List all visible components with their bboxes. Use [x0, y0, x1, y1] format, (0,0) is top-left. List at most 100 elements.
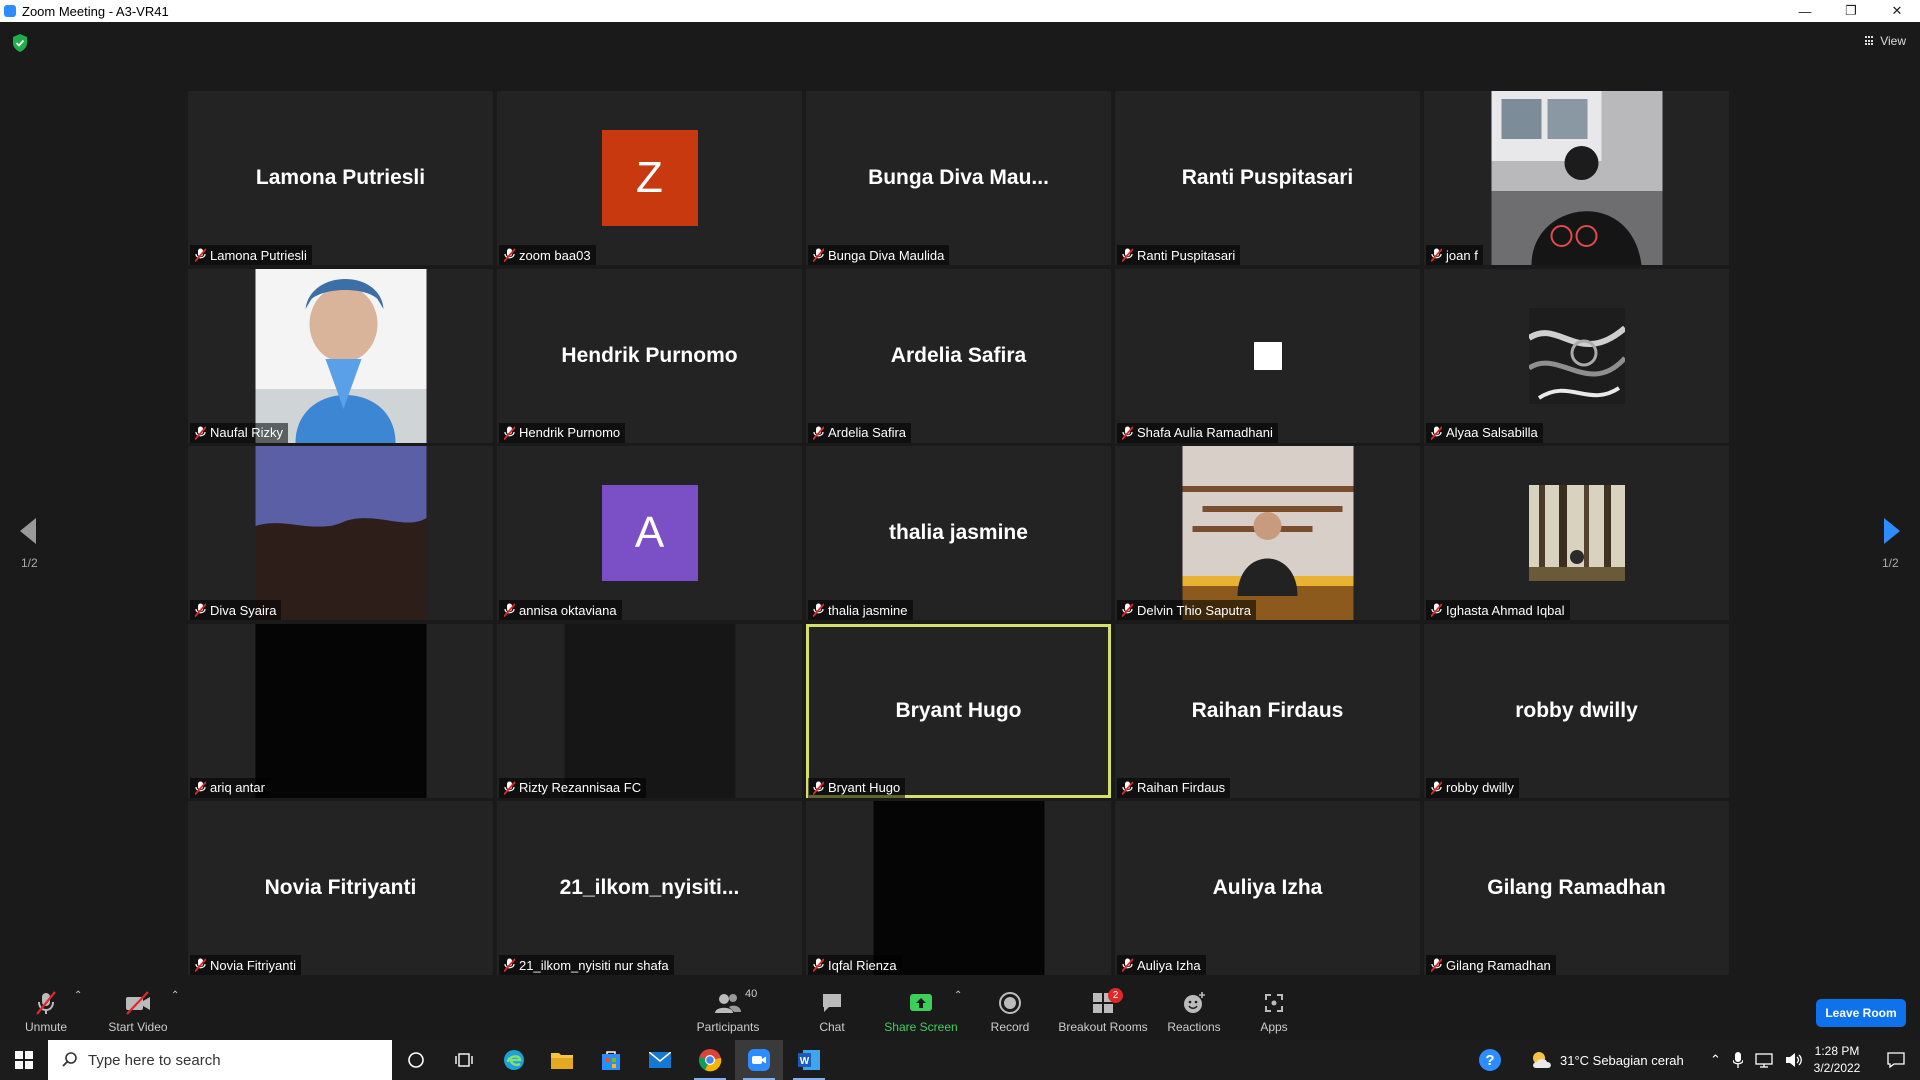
share-options-caret-icon[interactable]: ⌃ [954, 990, 962, 1001]
record-label: Record [990, 1020, 1030, 1034]
participant-tile[interactable]: Ranti Puspitasari Ranti Puspitasari [1115, 91, 1420, 265]
participant-display-name: Hendrik Purnomo [561, 343, 738, 367]
participants-label: Participants [696, 1020, 760, 1034]
participant-initial-avatar: A [601, 485, 698, 581]
reactions-label: Reactions [1167, 1020, 1221, 1034]
start-button[interactable] [0, 1040, 48, 1080]
next-page-arrow-icon[interactable] [1876, 516, 1906, 546]
muted-microphone-icon [504, 780, 515, 795]
file-explorer-icon[interactable] [538, 1040, 586, 1080]
apps-label: Apps [1260, 1020, 1288, 1034]
participant-tile[interactable]: Auliya Izha Auliya Izha [1115, 801, 1420, 975]
previous-page-arrow-icon[interactable] [14, 516, 44, 546]
task-view-icon[interactable] [440, 1040, 488, 1080]
participant-tile[interactable]: Iqfal Rienza [806, 801, 1111, 975]
muted-microphone-icon [504, 248, 515, 262]
unmute-label: Unmute [24, 1020, 68, 1034]
participant-tile[interactable]: robby dwilly robby dwilly [1424, 623, 1729, 798]
leave-room-button[interactable]: Leave Room [1816, 999, 1906, 1027]
tray-microphone-icon[interactable] [1732, 1052, 1743, 1068]
minimize-button[interactable]: — [1782, 0, 1828, 22]
participant-tile[interactable]: Rizty Rezannisaa FC [497, 623, 802, 798]
participant-name: Auliya Izha [1137, 957, 1201, 973]
chrome-icon[interactable] [686, 1040, 734, 1080]
reactions-emoji-icon [1182, 990, 1206, 1016]
participant-tile[interactable]: Novia Fitriyanti Novia Fitriyanti [188, 801, 493, 975]
audio-options-caret-icon[interactable]: ⌃ [74, 990, 82, 1001]
volume-icon[interactable] [1785, 1052, 1803, 1068]
taskbar-clock[interactable]: 1:28 PM 3/2/2022 [1806, 1043, 1868, 1077]
participant-display-name: Auliya Izha [1212, 876, 1323, 899]
apps-button[interactable]: Apps [1252, 982, 1296, 1040]
participant-name: robby dwilly [1446, 780, 1514, 795]
mail-icon[interactable] [636, 1040, 684, 1080]
search-placeholder: Type here to search [88, 1051, 221, 1069]
notifications-icon[interactable] [1872, 1040, 1920, 1080]
participant-tile[interactable]: Ardelia Safira Ardelia Safira [806, 268, 1111, 443]
participant-video-naufal [255, 268, 426, 443]
participant-tile[interactable]: 21_ilkom_nyisiti... 21_ilkom_nyisiti nur … [497, 801, 802, 975]
muted-microphone-icon [1122, 958, 1133, 972]
participant-tile[interactable]: Ighasta Ahmad Iqbal [1424, 446, 1729, 620]
grid-icon [1865, 36, 1875, 46]
participant-tile[interactable]: ariq antar [188, 623, 493, 798]
view-button[interactable]: View [1865, 34, 1906, 48]
participant-tile[interactable]: Alyaa Salsabilla [1424, 268, 1729, 443]
muted-microphone-icon [1431, 425, 1442, 440]
participant-video-blank [255, 623, 426, 798]
participant-tile[interactable]: Hendrik Purnomo Hendrik Purnomo [497, 268, 802, 443]
share-screen-button[interactable]: Share Screen [882, 982, 960, 1040]
video-options-caret-icon[interactable]: ⌃ [171, 990, 179, 1001]
participant-tile[interactable]: Naufal Rizky [188, 268, 493, 443]
breakout-rooms-badge: 2 [1108, 988, 1123, 1003]
close-button[interactable]: ✕ [1874, 0, 1920, 22]
share-screen-label: Share Screen [884, 1020, 958, 1034]
restore-button[interactable]: ❐ [1828, 0, 1874, 22]
participant-nametag: zoom baa03 [499, 245, 596, 265]
chat-button[interactable]: Chat [806, 982, 858, 1040]
word-icon[interactable]: W [785, 1040, 833, 1080]
breakout-rooms-button[interactable]: 2 Breakout Rooms [1056, 982, 1150, 1040]
participant-tile[interactable]: Gilang Ramadhan Gilang Ramadhan [1424, 801, 1729, 975]
muted-microphone-icon [195, 425, 206, 440]
participant-tile[interactable]: Delvin Thio Saputra [1115, 446, 1420, 620]
muted-microphone-icon [195, 780, 206, 795]
weather-widget[interactable]: 31°C Sebagian cerah [1530, 1040, 1684, 1080]
participant-name: Bryant Hugo [828, 780, 901, 795]
taskbar-search-box[interactable]: Type here to search [48, 1040, 392, 1080]
participant-tile[interactable]: joan f [1424, 91, 1729, 265]
muted-microphone-icon [504, 958, 515, 972]
participant-tile[interactable]: Lamona Putriesli Lamona Putriesli [188, 91, 493, 265]
view-label: View [1880, 34, 1906, 48]
participant-tile[interactable]: Diva Syaira [188, 446, 493, 620]
participant-video-alyaa [1528, 307, 1625, 404]
microsoft-store-icon[interactable] [587, 1040, 635, 1080]
start-video-button[interactable]: Start Video [104, 982, 172, 1040]
participant-video-square [1253, 341, 1282, 370]
participant-tile[interactable]: thalia jasmine thalia jasmine [806, 446, 1111, 620]
participant-tile[interactable]: Raihan Firdaus Raihan Firdaus [1115, 623, 1420, 798]
participant-name: joan f [1446, 247, 1478, 263]
participants-button[interactable]: 40 Participants [690, 982, 766, 1040]
participant-video-delvin [1182, 446, 1353, 620]
network-icon[interactable] [1755, 1052, 1773, 1068]
reactions-button[interactable]: Reactions [1164, 982, 1224, 1040]
participant-nametag: Alyaa Salsabilla [1426, 422, 1543, 443]
show-hidden-icons-chevron-icon[interactable]: ⌃ [1710, 1052, 1721, 1068]
participant-tile[interactable]: Bryant Hugo Bryant Hugo [806, 623, 1111, 798]
participant-tile[interactable]: Bunga Diva Mau... Bunga Diva Maulida [806, 91, 1111, 265]
search-icon [62, 1052, 77, 1067]
help-icon[interactable]: ? [1478, 1040, 1502, 1080]
participant-tile[interactable]: Shafa Aulia Ramadhani [1115, 268, 1420, 443]
participant-tile[interactable]: Aannisa oktaviana [497, 446, 802, 620]
participant-tile[interactable]: Zzoom baa03 [497, 91, 802, 265]
encryption-shield-icon[interactable] [12, 34, 28, 52]
participant-nametag: Delvin Thio Saputra [1117, 600, 1256, 620]
unmute-button[interactable]: Unmute [18, 982, 74, 1040]
cortana-icon[interactable] [392, 1040, 440, 1080]
zoom-taskbar-icon[interactable] [735, 1040, 783, 1080]
record-button[interactable]: Record [984, 982, 1036, 1040]
edge-browser-icon[interactable] [490, 1040, 538, 1080]
muted-microphone-icon [813, 425, 824, 440]
participant-nametag: Shafa Aulia Ramadhani [1117, 422, 1278, 443]
